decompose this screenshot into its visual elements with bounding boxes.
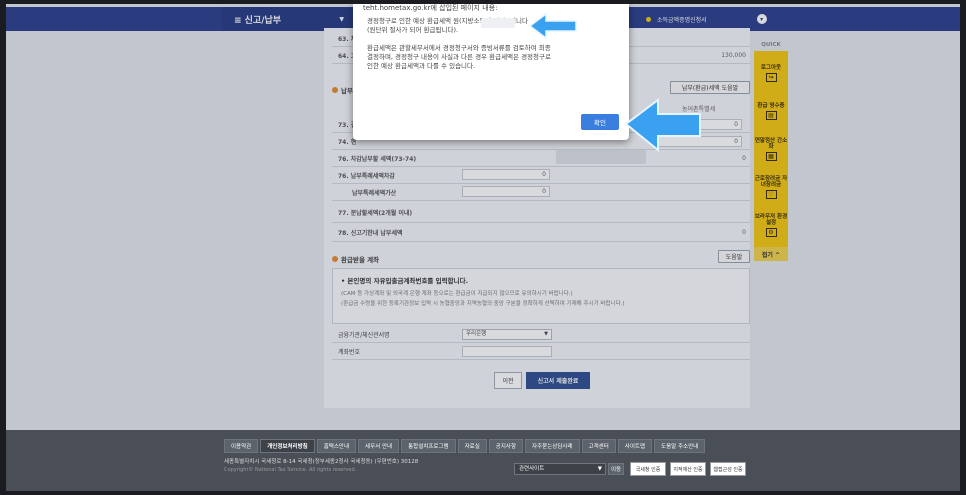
footer-link[interactable]: 개인정보처리방침 [260,439,315,453]
footer-link[interactable]: 통합설치프로그램 [401,439,456,453]
footer-link[interactable]: 사이트맵 [617,439,653,453]
footer-link[interactable]: 자주묻는상담사례 [525,439,580,453]
related-sites-label: 관련사이트 [519,466,545,472]
footer-link[interactable]: 공지사항 [488,439,524,453]
footer-address: 세종특별자치시 국세청로 8-14 국세청(정부세종2청사 국세청동) (우편번… [224,459,419,465]
arrow-icon [624,98,701,153]
browser-viewport: ≡ 신고/납부 ▼ 소득금액증명신청서 ▾ 63. 차 64. 고 130,00… [6,4,960,491]
footer-link[interactable]: 세무서 안내 [358,439,400,453]
footer-links: 이용약관 개인정보처리방침 홈택스안내 세무서 안내 통합설치프로그램 자료실 … [224,439,707,453]
certification-badge: 국세청 인증 [630,462,666,476]
footer-link[interactable]: 자료실 [457,439,487,453]
site-footer: 이용약관 개인정보처리방침 홈택스안내 세무서 안내 통합설치프로그램 자료실 … [6,430,960,491]
footer-link[interactable]: 고객센터 [581,439,616,453]
footer-link[interactable]: 이용약관 [224,439,259,453]
related-sites-select[interactable]: 관련사이트 ▼ [514,463,606,475]
arrow-icon [528,12,577,40]
dialog-line: 결정하며, 경정청구 내용이 사실과 다른 경우 환급세액은 경정청구로 [367,53,551,61]
footer-link[interactable]: 도움말 주소안내 [654,439,706,453]
redacted-amount [481,18,515,28]
dialog-line: 인한 예상 환급세액과 다를 수 있습니다. [367,62,476,70]
dialog-line: 환급세액은 관할세무서에서 경정청구서와 증빙서류를 검토하여 최종 [367,44,551,52]
certification-badge: 웹접근성 인증 [710,462,746,476]
dialog-header: teht.hometax.go.kr에 삽입된 페이지 내용: [363,4,498,12]
alert-dialog: teht.hometax.go.kr에 삽입된 페이지 내용: 경정청구로 인한… [353,4,629,140]
certification-badge: 지적재산 인증 [670,462,706,476]
footer-copyright: Copyright© National Tax Service. All rig… [224,467,357,473]
ok-button[interactable]: 확인 [581,114,619,130]
chevron-down-icon: ▼ [597,466,602,472]
go-button[interactable]: 이동 [608,463,624,475]
footer-link[interactable]: 홈택스안내 [316,439,357,453]
